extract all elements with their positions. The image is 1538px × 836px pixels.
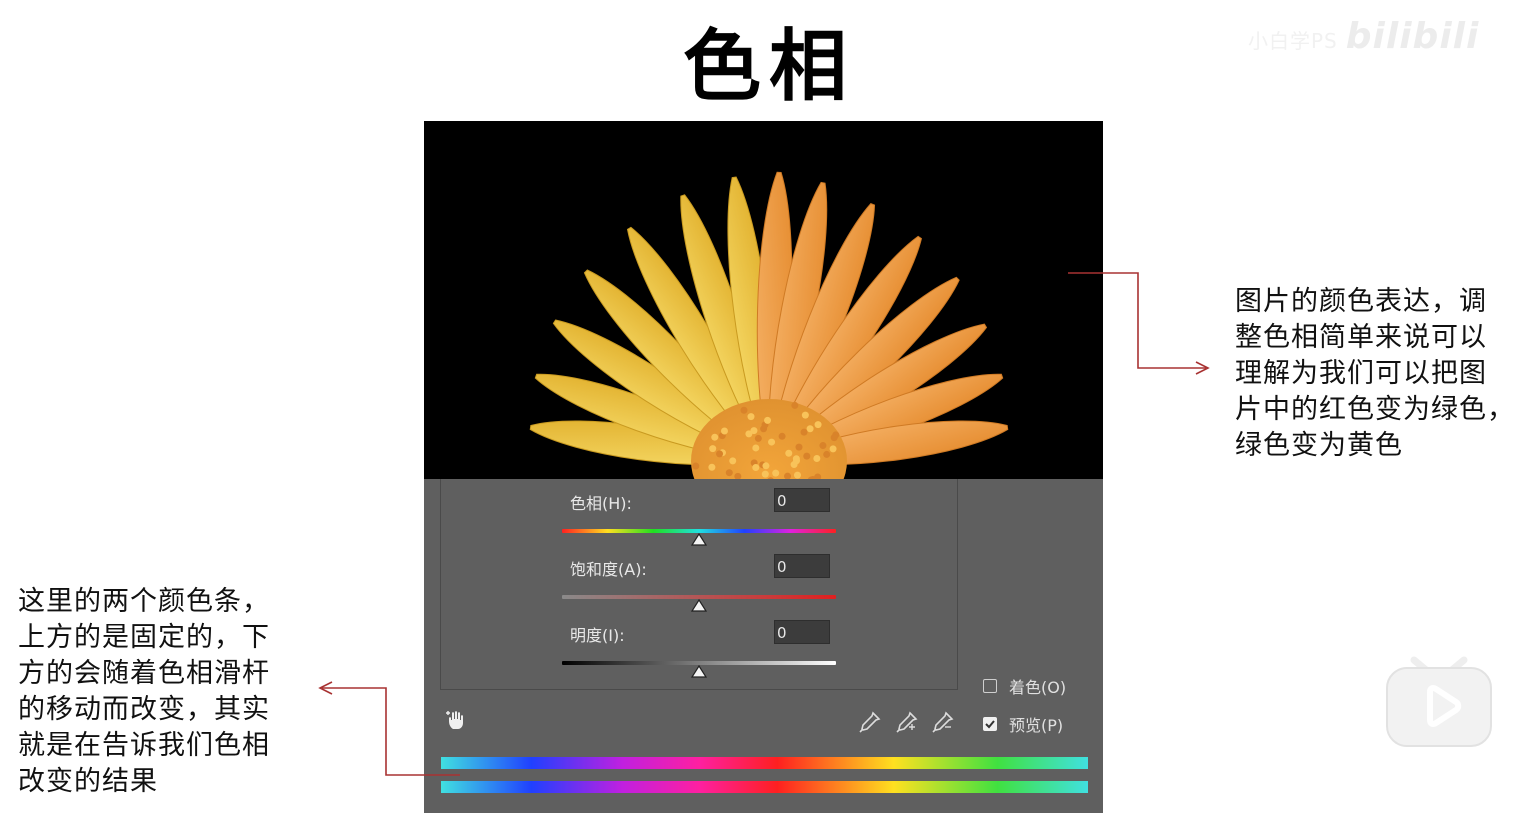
annotation-right: 图片的颜色表达，调 整色相简单来说可以 理解为我们可以把图 片中的红色变为绿色，…: [1235, 284, 1535, 464]
preview-label: 预览(P): [1009, 712, 1063, 736]
hue-label: 色相(H):: [570, 490, 632, 514]
annotation-right-line: 理解为我们可以把图: [1235, 356, 1535, 392]
preview-option[interactable]: 预览(P): [983, 712, 1063, 736]
watermark-brand: bilibili: [1346, 16, 1480, 57]
eyedropper-icon[interactable]: [858, 710, 882, 734]
annotation-right-line: 整色相简单来说可以: [1235, 320, 1535, 356]
saturation-slider-thumb[interactable]: [691, 599, 707, 613]
preview-image: [424, 121, 1103, 479]
adjustment-group: [440, 479, 958, 690]
play-button-icon[interactable]: [1384, 646, 1494, 750]
annotation-right-line: 绿色变为黄色: [1235, 428, 1535, 464]
annotation-left: 这里的两个颜色条， 上方的是固定的，下 方的会随着色相滑杆 的移动而改变，其实 …: [18, 584, 308, 800]
hue-slider-thumb[interactable]: [691, 533, 707, 547]
hue-result-bar: [441, 781, 1088, 793]
annotation-left-line: 就是在告诉我们色相: [18, 728, 308, 764]
saturation-input[interactable]: 0: [774, 554, 830, 578]
lightness-input[interactable]: 0: [774, 620, 830, 644]
saturation-label: 饱和度(A):: [570, 556, 647, 580]
colorize-option[interactable]: 着色(O): [983, 674, 1066, 698]
annotation-left-line: 上方的是固定的，下: [18, 620, 308, 656]
annotation-right-line: 片中的红色变为绿色，: [1235, 392, 1535, 428]
annotation-left-line: 这里的两个颜色条，: [18, 584, 308, 620]
lightness-slider-thumb[interactable]: [691, 665, 707, 679]
eyedropper-plus-icon[interactable]: [895, 710, 919, 734]
hue-input[interactable]: 0: [774, 488, 830, 512]
bilibili-watermark: 小白学PS bilibili: [1248, 16, 1533, 60]
annotation-left-line: 方的会随着色相滑杆: [18, 656, 308, 692]
colorize-checkbox[interactable]: [983, 679, 997, 693]
hand-adjust-icon[interactable]: [445, 708, 469, 732]
annotation-left-line: 改变的结果: [18, 764, 308, 800]
arrow-left-head: [320, 682, 332, 694]
annotation-right-line: 图片的颜色表达，调: [1235, 284, 1535, 320]
colorize-label: 着色(O): [1009, 674, 1066, 698]
lightness-label: 明度(I):: [570, 622, 625, 646]
preview-checkbox[interactable]: [983, 717, 997, 731]
hue-saturation-dialog: 色相(H): 0 饱和度(A): 0 明度(I): 0 着色(O) 预览(P): [424, 479, 1103, 813]
annotation-left-line: 的移动而改变，其实: [18, 692, 308, 728]
hue-reference-bar-fixed: [441, 757, 1088, 769]
watermark-uploader: 小白学PS: [1248, 29, 1338, 53]
arrow-right-head: [1196, 362, 1208, 374]
checkmark-icon: [984, 718, 996, 730]
eyedropper-minus-icon[interactable]: [931, 710, 955, 734]
